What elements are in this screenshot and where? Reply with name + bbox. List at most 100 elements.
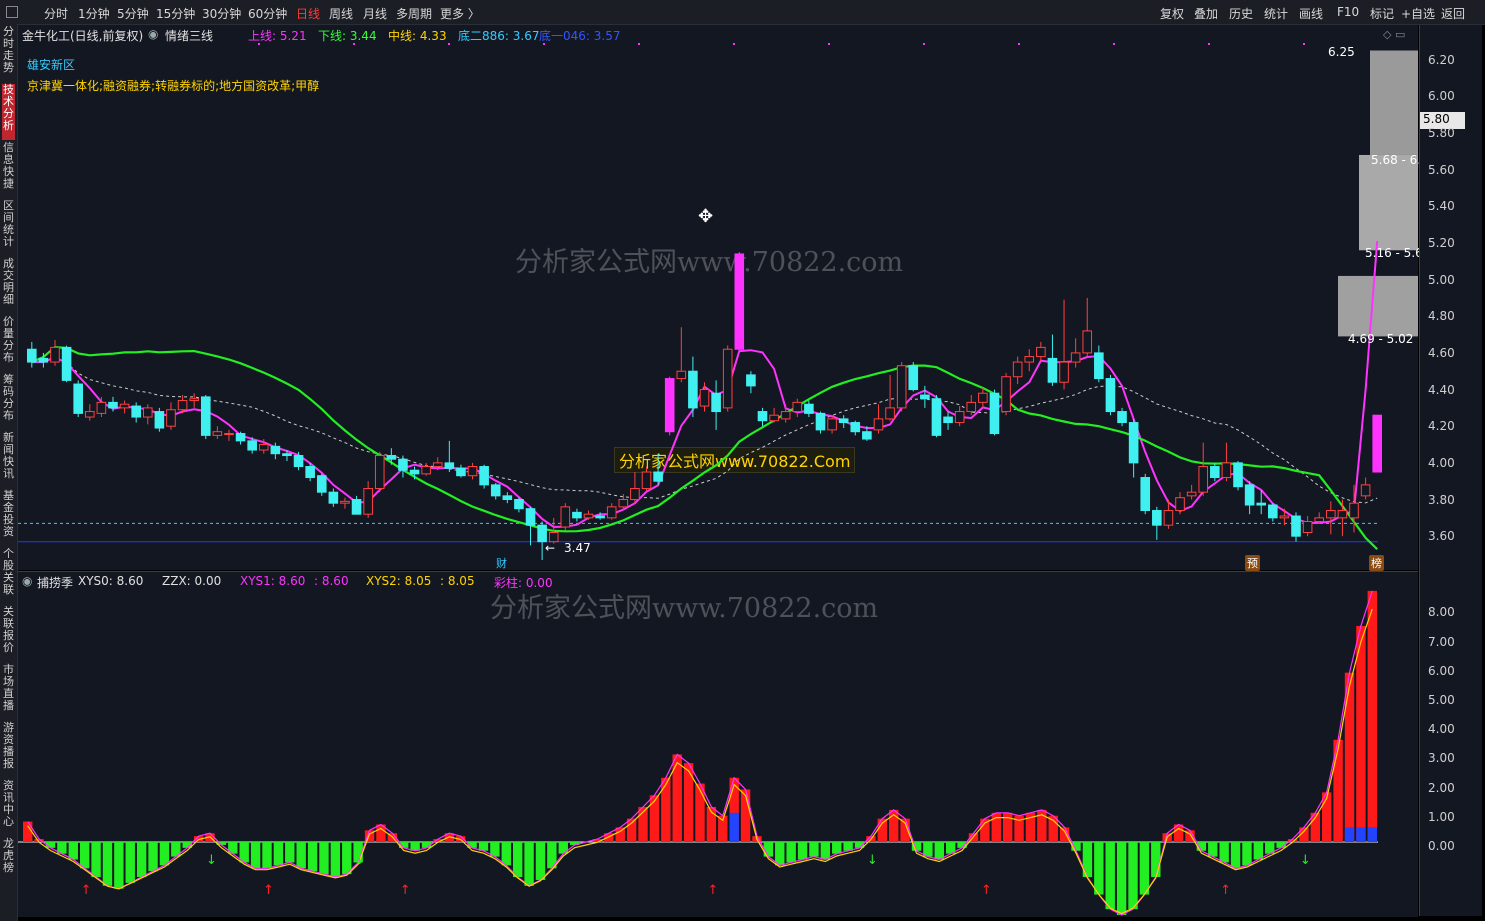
dragon-list-badge[interactable]: 榜 bbox=[1369, 555, 1384, 571]
axis-tick-sub: 3.00 bbox=[1428, 751, 1455, 766]
back-button[interactable]: 返回 bbox=[1441, 5, 1465, 22]
sidebar-tab-14[interactable]: 龙虎榜 bbox=[2, 838, 15, 882]
forecast-badge[interactable]: 预 bbox=[1245, 555, 1260, 571]
axis-tick-main: 4.60 bbox=[1428, 345, 1455, 360]
period-tab-15min[interactable]: 15分钟 bbox=[156, 5, 195, 22]
sidebar-tab-4[interactable]: 成交明细 bbox=[2, 258, 15, 314]
sidebar-tab-11[interactable]: 市场直播 bbox=[2, 664, 15, 720]
candle-body bbox=[1128, 422, 1139, 464]
more-menu[interactable]: 更多 〉 bbox=[440, 5, 480, 22]
sidebar-tab-9[interactable]: 个股关联 bbox=[2, 548, 15, 604]
osc-bar bbox=[1356, 625, 1366, 842]
sidebar-tab-10[interactable]: 关联报价 bbox=[2, 606, 15, 662]
period-tab-5min[interactable]: 5分钟 bbox=[117, 5, 149, 22]
period-tab-multi[interactable]: 多周期 bbox=[396, 5, 432, 22]
sidebar-tab-13[interactable]: 资讯中心 bbox=[2, 780, 15, 836]
sidebar-tab-7[interactable]: 新闻快讯 bbox=[2, 432, 15, 488]
candle-body bbox=[1082, 330, 1093, 354]
signal-dot bbox=[828, 43, 830, 45]
osc-bar bbox=[136, 842, 147, 878]
axis-tick-main: 3.60 bbox=[1428, 529, 1455, 544]
candle-body bbox=[1047, 357, 1058, 383]
overlay-button[interactable]: 叠加 bbox=[1194, 5, 1218, 22]
candle-body bbox=[1117, 411, 1127, 424]
sub-indicator-panel[interactable]: ◉ 捕捞季 XYS0: 8.60 ZZX: 0.00 XYS1: 8.60 : … bbox=[18, 571, 1418, 917]
axis-tick-sub: 0.00 bbox=[1428, 839, 1455, 853]
candle-body bbox=[850, 422, 861, 433]
statistics-button[interactable]: 统计 bbox=[1264, 5, 1288, 22]
candle-body bbox=[873, 418, 884, 431]
osc-bar bbox=[68, 842, 78, 860]
axis-tick-main: 3.80 bbox=[1428, 492, 1455, 507]
period-tab-weekly[interactable]: 周线 bbox=[329, 5, 353, 22]
candle-body bbox=[432, 462, 443, 468]
period-tab-30min[interactable]: 30分钟 bbox=[202, 5, 241, 22]
candle-body bbox=[722, 348, 733, 409]
candle-body bbox=[931, 398, 942, 436]
candle-body bbox=[630, 488, 640, 501]
osc-bar bbox=[1322, 792, 1332, 842]
low-price-label: 3.47 bbox=[564, 541, 591, 555]
sidebar-tab-8[interactable]: 基金投资 bbox=[2, 490, 15, 546]
osc-bar bbox=[1128, 842, 1138, 910]
signal-dot bbox=[543, 43, 545, 45]
sidebar-tab-6[interactable]: 筹码分布 bbox=[2, 374, 15, 430]
period-tab-daily[interactable]: 日线 bbox=[296, 5, 320, 22]
zone-box1-label: 5.68 - 6. bbox=[1371, 153, 1422, 167]
period-tab-60min[interactable]: 60分钟 bbox=[248, 5, 287, 22]
axis-tick-sub: 6.00 bbox=[1428, 663, 1455, 678]
candle-body bbox=[792, 401, 803, 413]
axis-tick-main: 5.60 bbox=[1428, 162, 1455, 177]
candle-body bbox=[920, 394, 930, 400]
candle-body bbox=[386, 455, 397, 460]
period-tab-fenshi[interactable]: 分时 bbox=[44, 5, 68, 22]
osc-bar bbox=[877, 818, 888, 842]
osc-bar bbox=[125, 842, 135, 883]
osc-bar bbox=[319, 842, 329, 875]
signal-arrow: ↑ bbox=[263, 883, 274, 898]
candle-body bbox=[398, 458, 408, 471]
period-tab-monthly[interactable]: 月线 bbox=[363, 5, 387, 22]
candle-body bbox=[908, 365, 919, 391]
candle-body bbox=[363, 488, 373, 515]
osc-bar bbox=[501, 842, 511, 866]
candle-body bbox=[525, 508, 536, 526]
candle-body bbox=[618, 499, 629, 508]
candle-body bbox=[316, 475, 327, 493]
mark-button[interactable]: 标记 bbox=[1370, 5, 1394, 22]
sidebar-tab-0[interactable]: 分时走势 bbox=[2, 26, 15, 82]
oscillator-chart[interactable]: ↑ ↓ ↑ ↓ ↑ ↓ ↑ ↓ ↑ ↓ ↑ ↓ bbox=[18, 572, 1418, 917]
candle-body bbox=[444, 462, 455, 469]
sidebar-tab-1[interactable]: 技术分析 bbox=[2, 84, 15, 140]
candle-body bbox=[885, 407, 895, 420]
candle-body bbox=[827, 418, 837, 431]
candle-body bbox=[1175, 497, 1185, 512]
main-chart-panel[interactable]: 金牛化工(日线,前复权) ◉ 情绪三线 上线: 5.21 下线: 3.44 中线… bbox=[18, 25, 1430, 571]
add-watchlist-button[interactable]: +自选 bbox=[1401, 5, 1435, 22]
sidebar-tab-12[interactable]: 游资播报 bbox=[2, 722, 15, 778]
history-button[interactable]: 历史 bbox=[1229, 5, 1253, 22]
axis-tick-main: 5.80 bbox=[1428, 125, 1455, 140]
finance-badge[interactable]: 财 bbox=[494, 555, 509, 571]
sidebar-tab-3[interactable]: 区间统计 bbox=[2, 200, 15, 256]
candle-body bbox=[1279, 515, 1290, 519]
signal-arrow: ↓ bbox=[354, 853, 365, 868]
window-icon[interactable] bbox=[6, 6, 18, 18]
candle-body bbox=[572, 511, 582, 519]
candlestick-chart[interactable] bbox=[18, 25, 1418, 570]
sidebar-tab-5[interactable]: 价量分布 bbox=[2, 316, 15, 372]
zone-box1 bbox=[1370, 50, 1418, 155]
candle-body bbox=[664, 378, 675, 433]
candle-body bbox=[1256, 502, 1267, 506]
candle-body bbox=[467, 466, 478, 477]
fuquan-button[interactable]: 复权 bbox=[1160, 5, 1184, 22]
candle-body bbox=[224, 433, 234, 436]
period-tab-1min[interactable]: 1分钟 bbox=[78, 5, 110, 22]
osc-bar bbox=[1094, 842, 1104, 895]
axis-tick-main: 5.00 bbox=[1428, 272, 1455, 287]
signal-dot bbox=[1208, 43, 1210, 45]
f10-button[interactable]: F10 bbox=[1337, 5, 1359, 19]
candle-body bbox=[247, 440, 257, 451]
draw-line-button[interactable]: 画线 bbox=[1299, 5, 1323, 22]
sidebar-tab-2[interactable]: 信息快捷 bbox=[2, 142, 15, 198]
